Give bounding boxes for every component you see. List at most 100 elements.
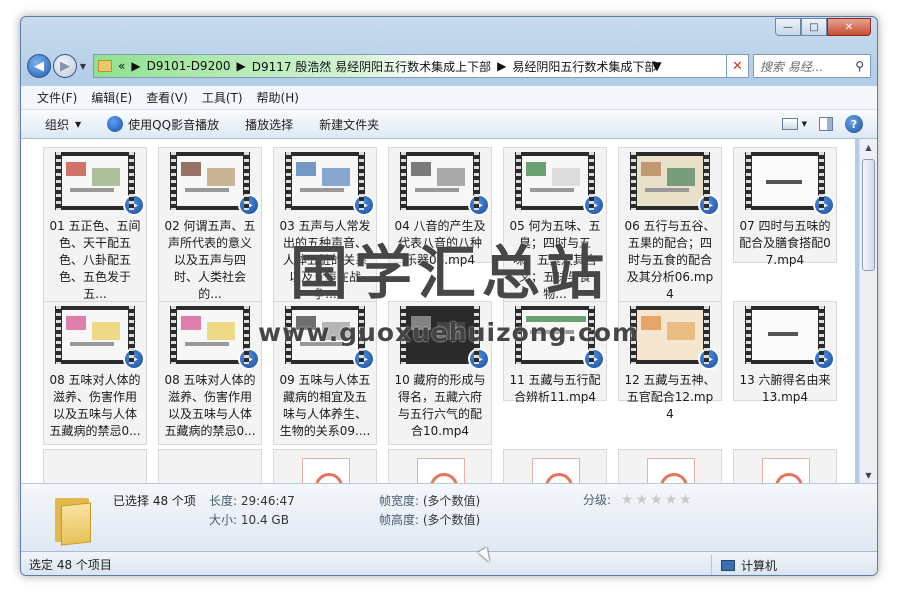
file-item[interactable] — [43, 449, 147, 483]
chevron-down-icon[interactable]: ▼ — [802, 120, 807, 128]
qq-player-icon: ▶ — [583, 194, 605, 216]
forward-button[interactable]: ▶ — [53, 54, 77, 78]
scroll-up-icon[interactable]: ▲ — [860, 139, 877, 155]
status-location: 计算机 — [721, 557, 777, 574]
breadcrumb-item[interactable]: D9117 殷浩然 易经阴阳五行数术集成上下部 — [252, 58, 491, 75]
play-selection-label: 播放选择 — [245, 117, 294, 132]
maximize-button[interactable]: □ — [801, 18, 827, 36]
star-icon[interactable]: ★ — [665, 492, 678, 508]
qq-player-icon: ▶ — [123, 348, 145, 370]
video-thumbnail: ▶ — [170, 306, 260, 370]
file-name: 11 五藏与五行配合辨析11.mp4 — [509, 373, 601, 404]
vertical-scrollbar[interactable]: ▲ ▼ — [859, 139, 877, 483]
breadcrumb-item[interactable]: D9101-D9200 — [147, 59, 231, 73]
chevron-down-icon[interactable]: ▼ — [652, 59, 661, 73]
qq-player-icon: ▶ — [123, 194, 145, 216]
qq-play-button[interactable]: 使用QQ影音播放 — [107, 116, 219, 133]
folder-icon — [51, 490, 93, 546]
video-thumbnail: ▶ — [630, 306, 720, 370]
file-item[interactable]: ▶ 06 五行与五谷、五果的配合；四时与五食的配合及其分析06.mp4 — [618, 147, 722, 308]
file-item[interactable]: ▶ 08 五味对人体的滋养、伤害作用以及五味与人体五藏病的禁忌0... — [43, 301, 147, 445]
video-thumbnail: ▶ — [170, 152, 260, 216]
file-item[interactable]: ▶ 01 五正色、五间色、天干配五色、八卦配五色、五色发于五... — [43, 147, 147, 308]
star-icon[interactable]: ★ — [650, 492, 663, 508]
file-item[interactable]: ▶ 03 五声与人常发出的五种声音、人体五脏的关系以及五声在战争... — [273, 147, 377, 308]
change-view-icon[interactable] — [781, 118, 798, 130]
qq-player-icon: ▶ — [698, 194, 720, 216]
stop-loading-button[interactable]: ✕ — [727, 54, 749, 78]
file-item[interactable]: ▶ 08 五味对人体的滋养、伤害作用以及五味与人体五藏病的禁忌0... — [158, 301, 262, 445]
file-item[interactable]: ▶ 11 五藏与五行配合辨析11.mp4 — [503, 301, 607, 404]
video-thumbnail: ▶ — [745, 152, 835, 216]
file-item[interactable]: ▶ 09 五味与人体五藏病的相宜及五味与人体养生、生物的关系09.... — [273, 301, 377, 445]
frame-height-field: 帧高度: (多个数值) — [379, 511, 480, 528]
video-thumbnail: ▶ — [285, 306, 375, 370]
menu-edit[interactable]: 编辑(E) — [91, 89, 132, 106]
play-selection-button[interactable]: 播放选择 — [245, 116, 293, 133]
video-thumbnail: ▶ — [55, 306, 145, 370]
chevron-right-icon[interactable]: ▶ — [236, 59, 245, 73]
file-item[interactable] — [388, 449, 492, 483]
qq-play-label: 使用QQ影音播放 — [128, 117, 220, 132]
search-icon[interactable]: ⚲ — [855, 59, 864, 73]
file-list[interactable]: ▶ 01 五正色、五间色、天干配五色、八卦配五色、五色发于五... ▶ 02 何… — [21, 139, 855, 483]
back-button[interactable]: ◀ — [27, 54, 51, 78]
qq-player-icon: ▶ — [238, 348, 260, 370]
menu-file[interactable]: 文件(F) — [37, 89, 77, 106]
organize-label: 组织 — [45, 117, 70, 132]
address-prefix[interactable]: « — [118, 59, 125, 73]
scroll-thumb[interactable] — [862, 159, 875, 271]
frame-width-field: 帧宽度: (多个数值) — [379, 492, 480, 509]
file-name: 08 五味对人体的滋养、伤害作用以及五味与人体五藏病的禁忌0... — [49, 373, 141, 438]
minimize-button[interactable]: — — [775, 18, 801, 36]
file-item[interactable]: ▶ 13 六腑得名由来13.mp4 — [733, 301, 837, 404]
file-item[interactable] — [618, 449, 722, 483]
file-name: 13 六腑得名由来13.mp4 — [739, 373, 831, 404]
close-button[interactable]: ✕ — [827, 18, 871, 36]
file-name: 03 五声与人常发出的五种声音、人体五脏的关系以及五声在战争... — [279, 219, 371, 301]
video-thumbnail: ▶ — [745, 306, 835, 370]
organize-button[interactable]: 组织 ▼ — [45, 116, 81, 133]
qq-player-icon: ▶ — [238, 194, 260, 216]
rating-key: 分级: — [583, 493, 612, 507]
file-item[interactable]: ▶ 10 藏府的形成与得名，五藏六府与五行六气的配合10.mp4 — [388, 301, 492, 445]
explorer-window: — □ ✕ ◀ ▶ ▼ « ▶ D9101-D9200 ▶ D9117 殷浩然 … — [20, 16, 878, 576]
new-folder-button[interactable]: 新建文件夹 — [319, 116, 379, 133]
address-bar[interactable]: « ▶ D9101-D9200 ▶ D9117 殷浩然 易经阴阳五行数术集成上下… — [93, 54, 727, 78]
file-name: 09 五味与人体五藏病的相宜及五味与人体养生、生物的关系09.... — [279, 373, 371, 438]
frame-width-key: 帧宽度: — [379, 494, 420, 508]
file-item[interactable]: ▶ 12 五藏与五神、五官配合12.mp4 — [618, 301, 722, 421]
preview-pane-icon[interactable] — [819, 117, 833, 131]
file-item[interactable] — [158, 449, 262, 483]
command-bar: 组织 ▼ 使用QQ影音播放 播放选择 新建文件夹 ▼ ? — [21, 109, 877, 139]
file-item[interactable]: ▶ 02 何谓五声、五声所代表的意义以及五声与四时、人类社会的... — [158, 147, 262, 308]
qq-player-icon: ▶ — [468, 194, 490, 216]
file-name: 10 藏府的形成与得名，五藏六府与五行六气的配合10.mp4 — [394, 373, 486, 438]
file-item[interactable]: ▶ 04 八音的产生及代表八音的八种乐器04.mp4 — [388, 147, 492, 267]
scroll-down-icon[interactable]: ▼ — [860, 467, 877, 483]
breadcrumb-item[interactable]: 易经阴阳五行数术集成下部 — [512, 58, 656, 75]
details-pane: 已选择 48 个项 长度: 29:46:47 大小: 10.4 GB 帧宽度: … — [21, 483, 877, 551]
qq-player-icon: ▶ — [813, 348, 835, 370]
menu-view[interactable]: 查看(V) — [146, 89, 188, 106]
file-item[interactable] — [273, 449, 377, 483]
search-input[interactable]: 搜索 易经... ⚲ — [753, 54, 871, 78]
menu-help[interactable]: 帮助(H) — [257, 89, 299, 106]
help-icon[interactable]: ? — [845, 115, 863, 133]
file-item[interactable]: ▶ 07 四时与五味的配合及膳食搭配07.mp4 — [733, 147, 837, 267]
file-item[interactable] — [733, 449, 837, 483]
star-icon[interactable]: ★ — [679, 492, 692, 508]
menu-tools[interactable]: 工具(T) — [202, 89, 243, 106]
chevron-right-icon[interactable]: ▶ — [497, 59, 506, 73]
rating-stars[interactable]: ★ ★ ★ ★ ★ — [621, 492, 694, 508]
status-location-text: 计算机 — [741, 559, 778, 573]
chevron-right-icon[interactable]: ▶ — [131, 59, 140, 73]
star-icon[interactable]: ★ — [621, 492, 634, 508]
star-icon[interactable]: ★ — [635, 492, 648, 508]
file-name: 07 四时与五味的配合及膳食搭配07.mp4 — [739, 219, 831, 267]
rating-field: 分级: ★ ★ ★ ★ ★ — [583, 491, 694, 508]
recent-pages-dropdown[interactable]: ▼ — [77, 62, 89, 71]
status-divider — [711, 555, 712, 575]
file-item[interactable]: ▶ 05 何为五味、五臭；四时与五味、五臭及其含义；五味与食物... — [503, 147, 607, 308]
file-item[interactable] — [503, 449, 607, 483]
